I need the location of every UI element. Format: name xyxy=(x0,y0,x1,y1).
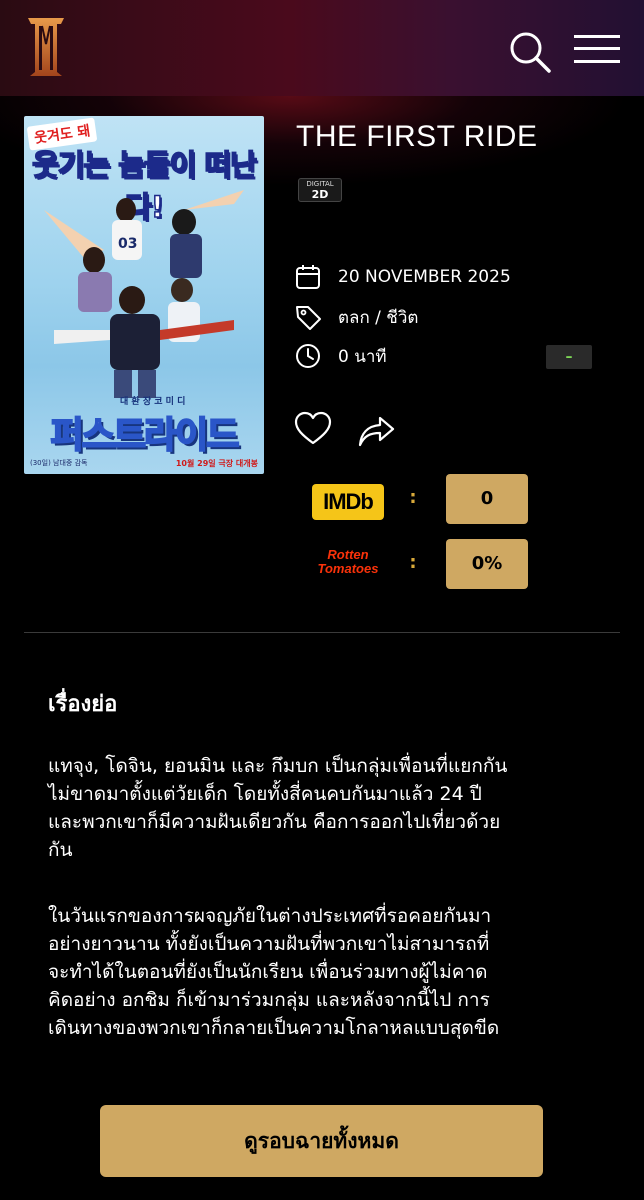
release-date-row: 20 NOVEMBER 2025 xyxy=(294,262,511,292)
format-badge-big: 2D xyxy=(311,188,329,201)
synopsis-line: อย่างยาวนาน ทั้งยังเป็นความฝันที่พวกเขาไ… xyxy=(48,933,490,955)
section-divider xyxy=(24,632,620,633)
duration: 0 นาที xyxy=(338,346,387,367)
release-date: 20 NOVEMBER 2025 xyxy=(338,267,511,287)
movie-poster: 웃겨도 돼 웃기는 놈들이 떠난다! 03 대 환 장 코 미 디 퍼스트라이드… xyxy=(24,116,264,474)
age-rating-badge: – xyxy=(546,345,592,369)
duration-row: 0 นาที xyxy=(294,341,387,371)
format-badge: DIGITAL 2D xyxy=(298,178,342,202)
poster-footer: (30일) 남대중 감독 10월 29일 극장 대개봉 xyxy=(30,458,258,469)
hamburger-menu-icon[interactable] xyxy=(574,34,620,64)
share-icon[interactable] xyxy=(358,414,396,448)
synopsis-line: คิดอย่าง อกชิม ก็เข้ามาร่วมกลุ่ม และหลัง… xyxy=(48,989,490,1011)
rotten-tomatoes-logo: Rotten Tomatoes xyxy=(306,548,390,582)
heart-icon[interactable] xyxy=(294,410,332,448)
view-all-showtimes-button[interactable]: ดูรอบฉายทั้งหมด xyxy=(100,1105,543,1177)
rt-separator: : xyxy=(409,552,417,573)
genre-row: ตลก / ชีวิต xyxy=(294,302,418,332)
synopsis-line: เดินทางของพวกเขาก็กลายเป็นความโกลาหลแบบส… xyxy=(48,1017,500,1039)
rotten-tomatoes-score: 0% xyxy=(446,539,528,589)
clock-icon xyxy=(296,344,320,368)
imdb-logo: IMDb xyxy=(312,484,384,520)
poster-cast-illustration: 03 xyxy=(44,190,244,398)
synopsis-line: กัน xyxy=(48,839,73,861)
synopsis-line: แทจุง, โดจิน, ยอนมิน และ กึมบก เป็นกลุ่ม… xyxy=(48,755,508,777)
poster-title: 퍼스트라이드 xyxy=(50,414,241,457)
movie-title: THE FIRST RIDE xyxy=(296,120,538,153)
poster-jersey-number: 03 xyxy=(118,236,137,252)
imdb-separator: : xyxy=(409,487,417,508)
brand-logo[interactable] xyxy=(26,14,66,80)
synopsis-paragraph-1: แทจุง, โดจิน, ยอนมิน และ กึมบก เป็นกลุ่ม… xyxy=(48,752,596,864)
rt-logo-line1: Rotten xyxy=(327,547,369,562)
tag-icon xyxy=(296,306,321,330)
synopsis-line: และพวกเขาก็มีความฝันเดียวกัน คือการออกไป… xyxy=(48,811,501,833)
imdb-score: 0 xyxy=(446,474,528,524)
rt-logo-line2: Tomatoes xyxy=(317,561,379,576)
search-icon[interactable] xyxy=(508,30,552,74)
poster-release: 10월 29일 극장 대개봉 xyxy=(175,459,258,468)
synopsis-line: ในวันแรกของการผจญภัยในต่างประเทศที่รอคอย… xyxy=(48,905,492,927)
calendar-icon xyxy=(296,265,320,289)
poster-credits: (30일) 남대중 감독 xyxy=(30,459,88,467)
genre: ตลก / ชีวิต xyxy=(338,307,419,328)
synopsis-line: จะทำได้ในตอนที่ยังเป็นนักเรียน เพื่อนร่ว… xyxy=(48,961,488,983)
synopsis-paragraph-2: ในวันแรกของการผจญภัยในต่างประเทศที่รอคอย… xyxy=(48,902,596,1042)
synopsis-line: ไม่ขาดมาตั้งแต่วัยเด็ก โดยทั้งสี่คนคบกัน… xyxy=(48,783,482,805)
synopsis-heading: เรื่องย่อ xyxy=(48,692,118,717)
